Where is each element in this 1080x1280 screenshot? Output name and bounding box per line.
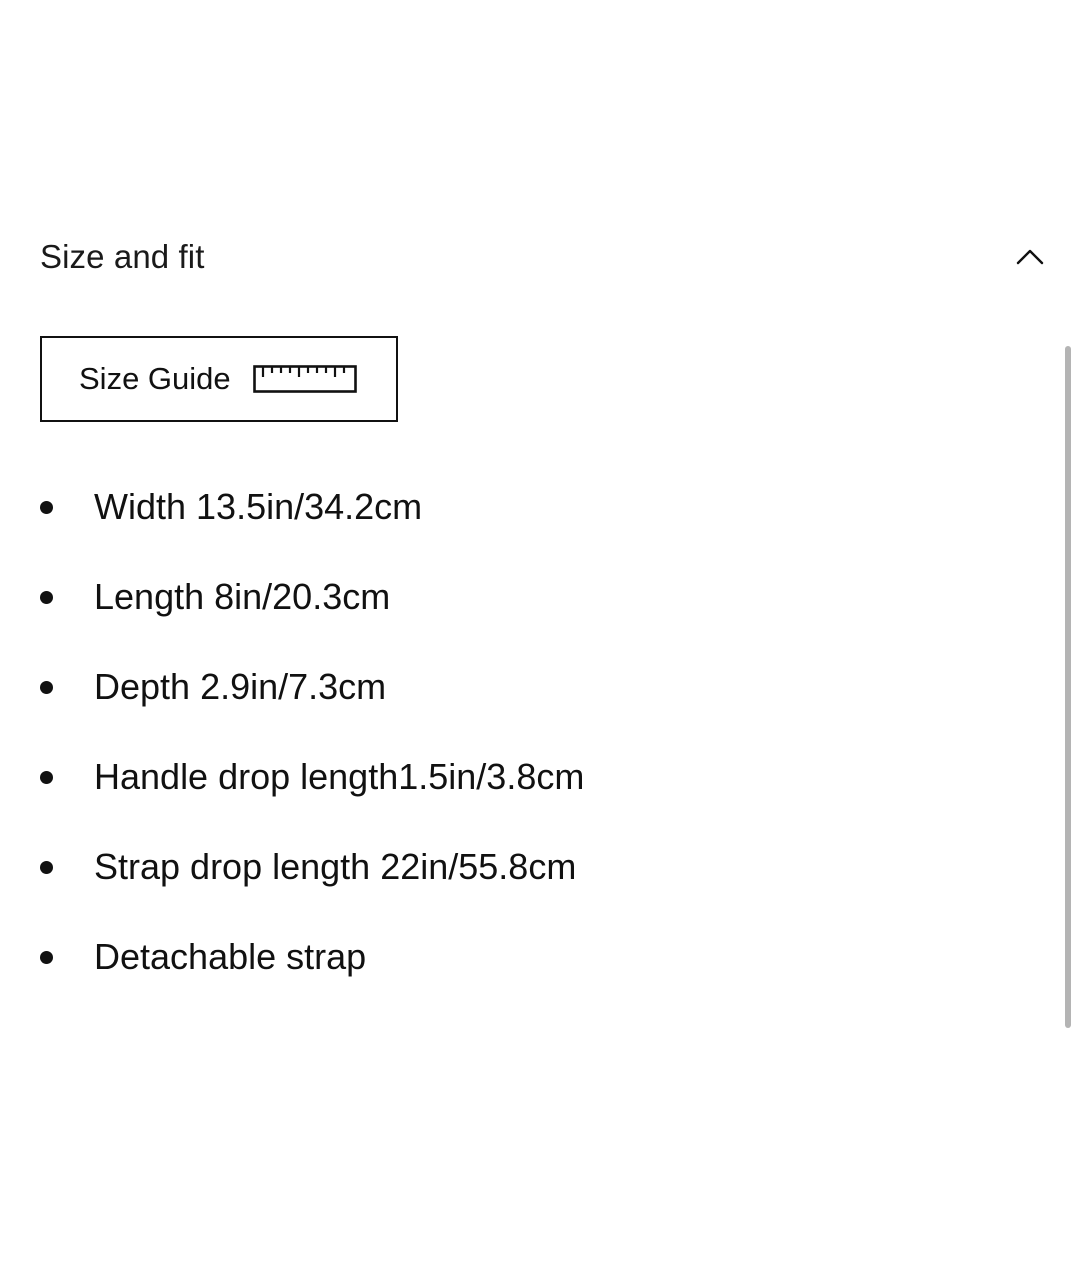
ruler-icon xyxy=(252,365,357,393)
spec-depth: Depth 2.9in/7.3cm xyxy=(94,666,387,707)
size-guide-button[interactable]: Size Guide xyxy=(40,336,398,422)
bullet-icon xyxy=(40,950,53,964)
spec-strap-drop: Strap drop length 22in/55.8cm xyxy=(94,846,577,887)
size-and-fit-header[interactable]: Size and fit xyxy=(40,232,1044,282)
spec-handle-drop: Handle drop length1.5in/3.8cm xyxy=(94,756,585,797)
spec-detachable-strap: Detachable strap xyxy=(94,936,367,977)
bullet-icon xyxy=(40,590,53,604)
spec-length: Length 8in/20.3cm xyxy=(94,576,391,617)
size-and-fit-section: Size and fit Size Guide Width 13.5in/34.… xyxy=(0,0,1080,1280)
chevron-up-icon[interactable] xyxy=(1010,237,1050,277)
scrollbar[interactable] xyxy=(1065,346,1071,1028)
bullet-icon xyxy=(40,860,53,874)
size-guide-label: Size Guide xyxy=(79,361,231,396)
bullet-icon xyxy=(40,770,53,784)
bullet-icon xyxy=(40,500,53,514)
bullet-icon xyxy=(40,680,53,694)
section-title: Size and fit xyxy=(40,238,205,275)
spec-width: Width 13.5in/34.2cm xyxy=(94,486,423,527)
